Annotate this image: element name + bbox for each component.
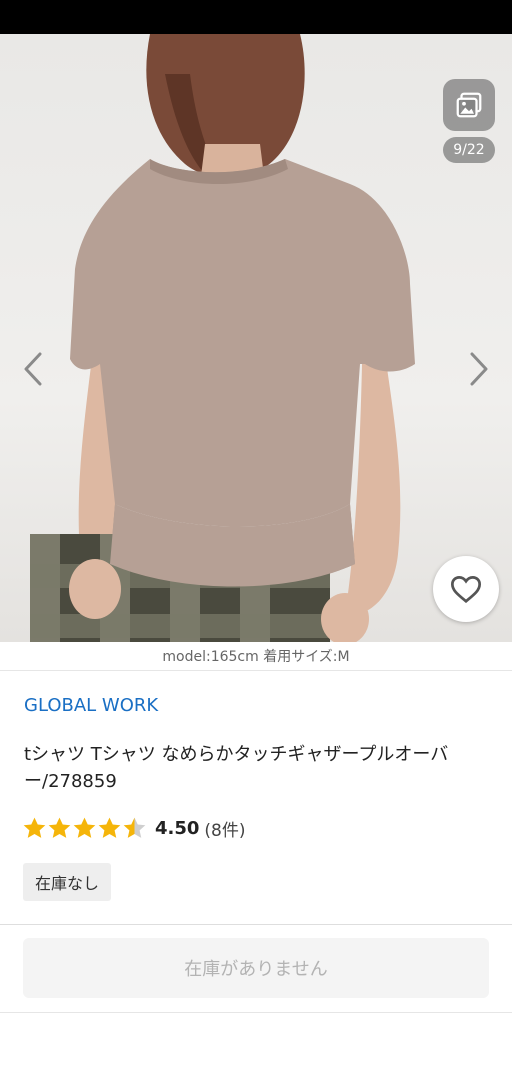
star-full-icon xyxy=(73,817,96,838)
chevron-right-icon xyxy=(470,352,488,386)
status-bar xyxy=(0,0,512,34)
model-size-caption: model:165cm 着用サイズ:M xyxy=(0,642,512,671)
star-half-icon xyxy=(123,817,146,838)
product-title: tシャツ Tシャツ なめらかタッチギャザープルオーバー/278859 xyxy=(24,744,449,792)
chevron-left-icon xyxy=(24,352,42,386)
gallery-icon xyxy=(456,92,482,118)
image-counter: 9/22 xyxy=(443,137,495,163)
rating-value: 4.50 xyxy=(155,817,200,839)
gallery-button[interactable] xyxy=(443,79,495,131)
stock-status-badge: 在庫なし xyxy=(23,863,112,901)
star-full-icon xyxy=(48,817,71,838)
product-image-carousel[interactable]: 9/22 xyxy=(0,34,512,642)
rating[interactable]: 4.50 (8件) xyxy=(22,814,246,842)
product-photo xyxy=(30,34,415,642)
star-full-icon xyxy=(23,817,46,838)
star-full-icon xyxy=(98,817,121,838)
heart-icon xyxy=(450,576,482,604)
next-image-button[interactable] xyxy=(464,349,494,389)
favorite-button[interactable] xyxy=(433,556,499,622)
brand-link[interactable]: GLOBAL WORK xyxy=(24,695,158,716)
previous-image-button[interactable] xyxy=(18,349,48,389)
out-of-stock-button[interactable]: 在庫がありません xyxy=(23,938,489,998)
rating-stars xyxy=(22,816,147,841)
divider xyxy=(0,1012,512,1013)
review-count: (8件) xyxy=(204,820,246,841)
divider xyxy=(0,924,512,925)
